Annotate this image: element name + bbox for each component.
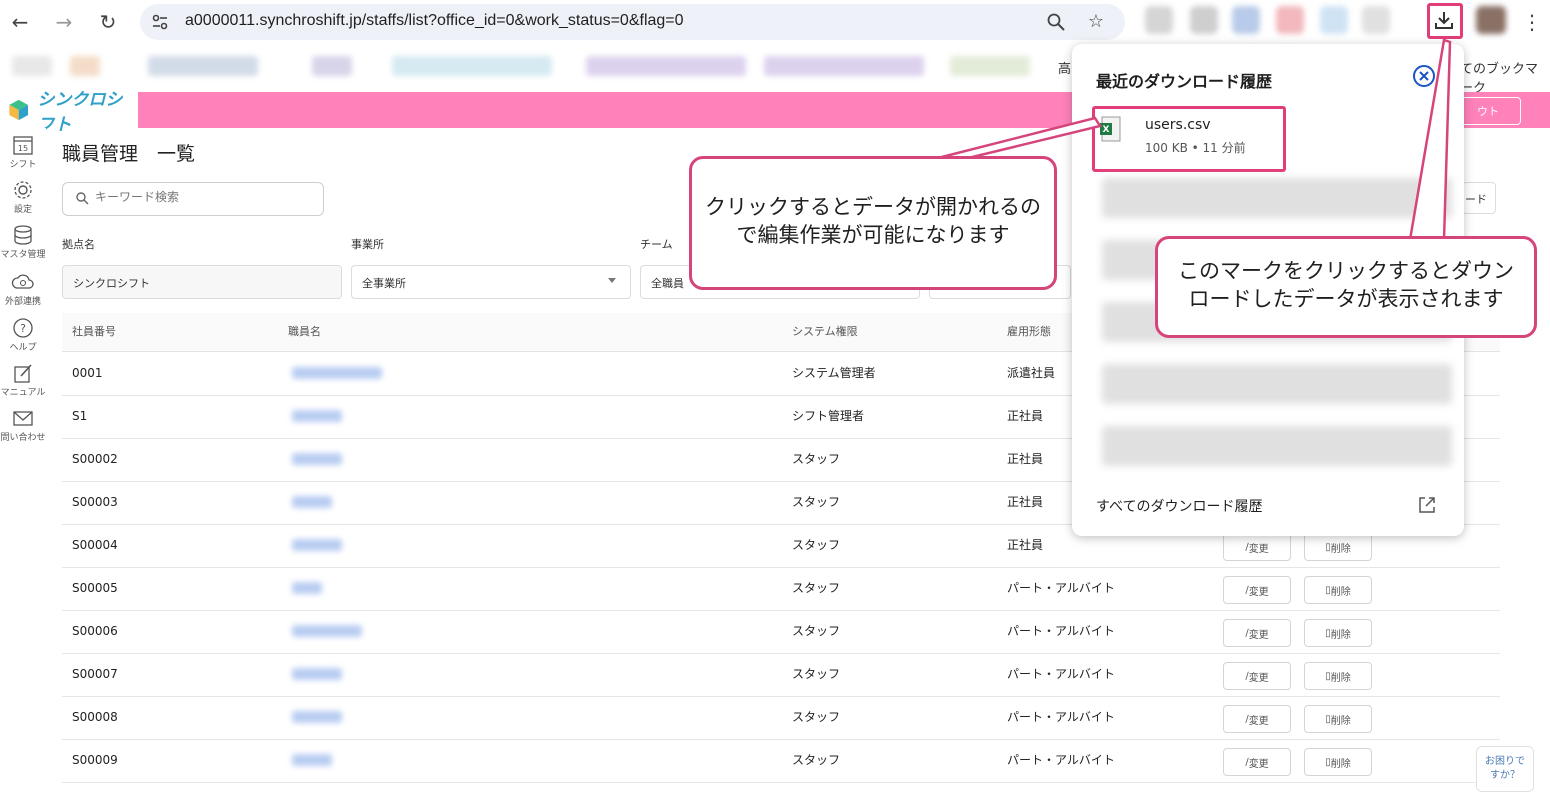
callout-text: ロードしたデータが表示されます: [1188, 287, 1504, 311]
callout-download-button: このマークをクリックするとダウン ロードしたデータが表示されます: [1155, 236, 1537, 338]
callout-text: クリックするとデータが開かれるの: [705, 195, 1041, 219]
callout-text: で編集作業が可能になります: [736, 223, 1010, 247]
callout-leader-lines: [929, 38, 1452, 242]
callout-file-open: クリックするとデータが開かれるの で編集作業が可能になります: [689, 156, 1057, 290]
callout-text: このマークをクリックするとダウン: [1178, 259, 1514, 283]
